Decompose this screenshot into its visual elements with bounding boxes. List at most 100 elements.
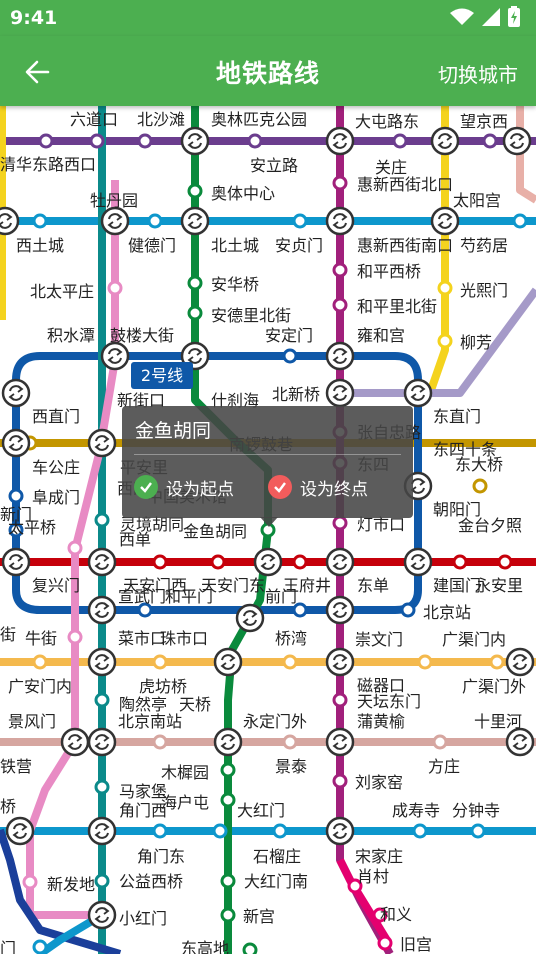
- station-label[interactable]: 大屯路东: [355, 112, 419, 131]
- station-label[interactable]: 成寿寺: [392, 801, 440, 820]
- subway-map[interactable]: 2号线 六道口 北沙滩 奥林匹克公园 大屯路东 望京西 清华东路西口 安立路 关庄 惠新西街北口…: [0, 106, 536, 954]
- station-label[interactable]: 安贞门: [275, 236, 323, 255]
- station-label[interactable]: 牛街: [25, 629, 57, 648]
- interchange-station[interactable]: [87, 900, 117, 930]
- station-label[interactable]: 北新桥: [272, 385, 320, 404]
- station-label[interactable]: 牡丹园: [90, 191, 138, 210]
- station-label[interactable]: 海户屯: [161, 793, 209, 812]
- station-label[interactable]: 车公庄: [32, 458, 80, 477]
- station-label[interactable]: 奥林匹克公园: [211, 110, 307, 129]
- station-label[interactable]: 角门东: [137, 847, 185, 866]
- interchange-station[interactable]: [253, 547, 283, 577]
- station-label[interactable]: 桥: [0, 797, 16, 816]
- interchange-station[interactable]: [87, 816, 117, 846]
- station-label[interactable]: 积水潭: [47, 326, 95, 345]
- station-label[interactable]: 分钟寺: [452, 801, 500, 820]
- station-label[interactable]: 大红门南: [244, 872, 308, 891]
- station-label[interactable]: 健德门: [128, 236, 176, 255]
- station-label[interactable]: 安定门: [265, 326, 313, 345]
- station-label[interactable]: 北京站: [423, 603, 471, 622]
- station-label[interactable]: 崇文门: [355, 630, 403, 649]
- station-label[interactable]: 北京南站: [118, 712, 182, 731]
- interchange-station[interactable]: [502, 126, 532, 156]
- station-label[interactable]: 新发地: [47, 875, 95, 894]
- station-label[interactable]: 珠市口: [160, 629, 208, 648]
- station-label[interactable]: 蒲黄榆: [357, 712, 405, 731]
- interchange-station[interactable]: [5, 816, 35, 846]
- station-label[interactable]: 和平里北街: [357, 297, 437, 316]
- interchange-station[interactable]: [430, 206, 460, 236]
- interchange-station[interactable]: [87, 647, 117, 677]
- station-label[interactable]: 门: [0, 939, 16, 954]
- station-label[interactable]: 新门: [0, 505, 32, 524]
- station-label[interactable]: 复兴门: [32, 576, 80, 595]
- station-label[interactable]: 木樨园: [161, 763, 209, 782]
- interchange-station[interactable]: [430, 126, 460, 156]
- station-label[interactable]: 街: [0, 625, 16, 644]
- station-label[interactable]: 太阳宫: [453, 191, 501, 210]
- station-label[interactable]: 安华桥: [211, 275, 259, 294]
- set-start-button[interactable]: 设为起点: [134, 472, 234, 502]
- interchange-station[interactable]: [325, 595, 355, 625]
- station-label[interactable]: 大红门: [237, 801, 285, 820]
- station-label[interactable]: 肖村: [357, 867, 389, 886]
- station-label[interactable]: 新宫: [243, 907, 275, 926]
- interchange-station[interactable]: [235, 603, 265, 633]
- station-label[interactable]: 惠新西街北口: [357, 175, 453, 194]
- station-label[interactable]: 十里河: [474, 712, 522, 731]
- interchange-station[interactable]: [87, 547, 117, 577]
- station-label[interactable]: 小红门: [119, 909, 167, 928]
- station-label[interactable]: 和义: [380, 905, 412, 924]
- interchange-station[interactable]: [325, 727, 355, 757]
- interchange-station[interactable]: [325, 206, 355, 236]
- station-label[interactable]: 光熙门: [460, 281, 508, 300]
- station-label[interactable]: 东大桥: [455, 455, 503, 474]
- set-end-button[interactable]: 设为终点: [268, 472, 368, 502]
- station-label[interactable]: 柳芳: [460, 333, 492, 352]
- station-label[interactable]: 铁营: [0, 757, 32, 776]
- station-label[interactable]: 东高地: [181, 939, 229, 954]
- station-label[interactable]: 西土城: [16, 236, 64, 255]
- station-label[interactable]: 安立路: [250, 156, 298, 175]
- station-label[interactable]: 天坛东门: [357, 692, 421, 711]
- interchange-station[interactable]: [325, 126, 355, 156]
- interchange-station[interactable]: [180, 206, 210, 236]
- station-label[interactable]: 安德里北街: [211, 306, 291, 325]
- station-label[interactable]: 阜成门: [32, 488, 80, 507]
- station-label[interactable]: 金台夕照: [458, 516, 522, 535]
- station-label[interactable]: 景泰: [275, 757, 307, 776]
- station-label[interactable]: 宋家庄: [355, 847, 403, 866]
- switch-city-button[interactable]: 切换城市: [438, 59, 518, 88]
- station-label[interactable]: 广安门内: [8, 677, 72, 696]
- station-label[interactable]: 虎坊桥: [139, 677, 187, 696]
- interchange-station[interactable]: [213, 647, 243, 677]
- station-label[interactable]: 北太平庄: [30, 282, 94, 301]
- station-label[interactable]: 景风门: [8, 712, 56, 731]
- station-label[interactable]: 北沙滩: [137, 110, 185, 129]
- station-label[interactable]: 前门: [265, 587, 297, 606]
- interchange-station[interactable]: [60, 727, 90, 757]
- interchange-station[interactable]: [100, 341, 130, 371]
- station-label[interactable]: 鼓楼大街: [110, 326, 174, 345]
- interchange-station[interactable]: [1, 428, 31, 458]
- station-label[interactable]: 刘家窑: [355, 773, 403, 792]
- station-label[interactable]: 永定门外: [243, 712, 307, 731]
- station-label[interactable]: 宣武门: [118, 587, 166, 606]
- station-label[interactable]: 望京西: [460, 112, 508, 131]
- station-label[interactable]: 东单: [357, 576, 389, 595]
- interchange-station[interactable]: [325, 378, 355, 408]
- station-label[interactable]: 六道口: [70, 110, 118, 129]
- station-label[interactable]: 清华东路西口: [0, 155, 96, 174]
- interchange-station[interactable]: [403, 547, 433, 577]
- station-label[interactable]: 惠新西街南口: [357, 236, 453, 255]
- station-label[interactable]: 西单: [119, 530, 151, 549]
- back-button[interactable]: [22, 57, 52, 87]
- interchange-station[interactable]: [505, 647, 535, 677]
- station-label[interactable]: 芍药居: [460, 236, 508, 255]
- station-label[interactable]: 建国门: [433, 576, 481, 595]
- interchange-station[interactable]: [213, 727, 243, 757]
- station-label[interactable]: 东直门: [433, 407, 481, 426]
- station-label[interactable]: 公益西桥: [119, 872, 183, 891]
- station-label[interactable]: 奥体中心: [211, 184, 275, 203]
- interchange-station[interactable]: [87, 595, 117, 625]
